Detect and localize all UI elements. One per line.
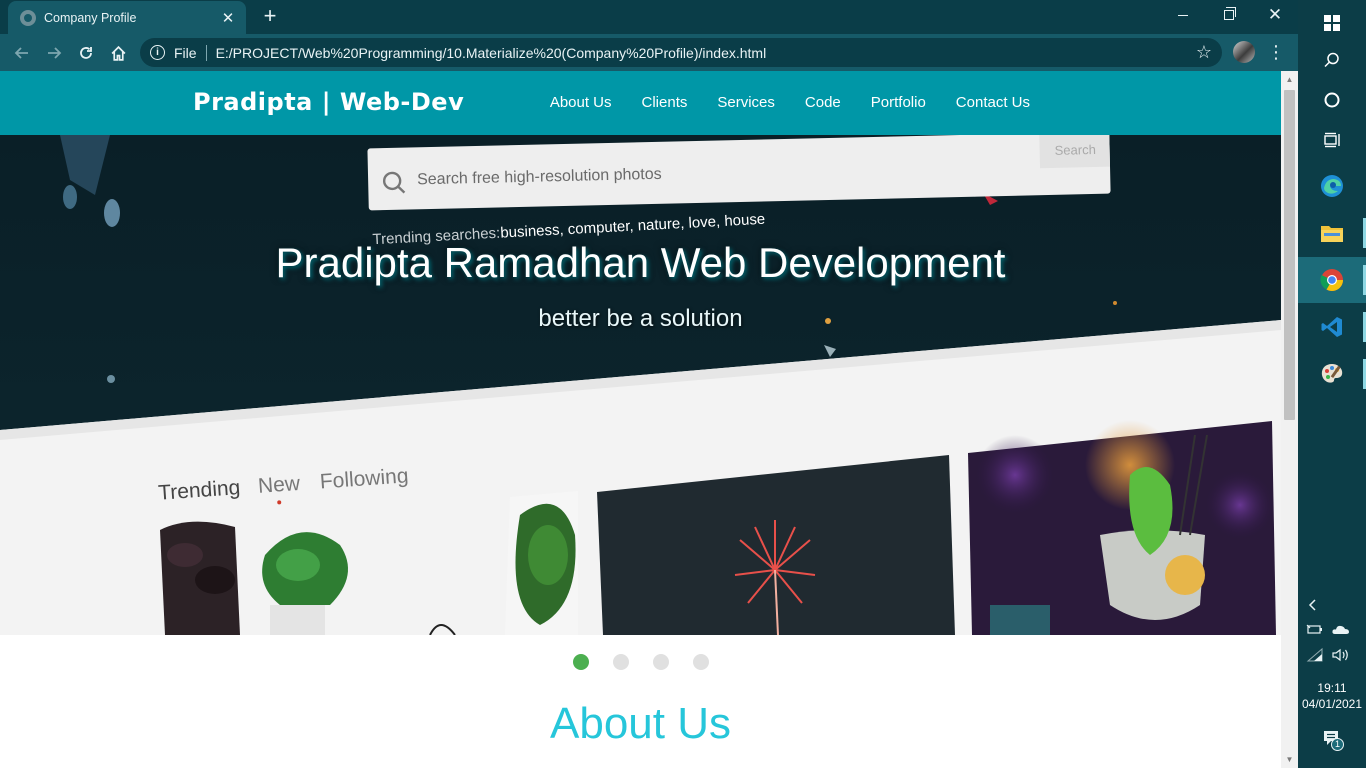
tab-title: Company Profile — [44, 10, 137, 25]
globe-icon — [20, 9, 36, 26]
task-view-button[interactable] — [1298, 117, 1366, 163]
home-icon[interactable] — [105, 40, 131, 66]
hero-image-tab-new: New — [257, 472, 301, 498]
page-viewport: Pradipta | Web-Dev About Us Clients Serv… — [0, 71, 1281, 768]
taskbar-chrome[interactable] — [1298, 257, 1366, 303]
taskbar-paint[interactable] — [1298, 351, 1366, 397]
chrome-icon — [1320, 269, 1343, 291]
taskbar-edge[interactable] — [1298, 163, 1366, 209]
reload-icon[interactable] — [73, 40, 99, 66]
scroll-down-arrow-icon[interactable]: ▼ — [1281, 751, 1298, 768]
back-arrow-icon[interactable] — [9, 40, 35, 66]
slider-indicators — [0, 654, 1281, 670]
nav-link-about[interactable]: About Us — [535, 71, 627, 135]
close-window-button[interactable]: ✕ — [1252, 0, 1298, 30]
new-tab-button[interactable]: + — [258, 5, 282, 27]
vscode-icon — [1321, 317, 1342, 337]
nav-link-code[interactable]: Code — [790, 71, 856, 135]
browser-toolbar: i File E:/PROJECT/Web%20Programming/10.M… — [0, 34, 1298, 71]
restore-button[interactable] — [1206, 0, 1252, 30]
nav-link-contact[interactable]: Contact Us — [941, 71, 1045, 135]
profile-avatar[interactable] — [1233, 41, 1255, 63]
cortana-icon — [1324, 92, 1340, 108]
onedrive-cloud-icon[interactable] — [1331, 623, 1351, 640]
network-icon[interactable] — [1306, 647, 1324, 666]
windows-taskbar: 19:11 04/01/2021 1 — [1298, 0, 1366, 768]
task-view-icon — [1324, 132, 1340, 148]
volume-icon[interactable] — [1331, 647, 1351, 666]
nav-link-portfolio[interactable]: Portfolio — [856, 71, 941, 135]
show-hidden-icons-chevron-icon[interactable] — [1306, 598, 1320, 615]
scroll-up-arrow-icon[interactable]: ▲ — [1281, 71, 1298, 88]
clock-time: 19:11 — [1317, 681, 1347, 695]
nav-link-services[interactable]: Services — [702, 71, 790, 135]
info-icon[interactable]: i — [150, 45, 165, 60]
browser-tab[interactable]: Company Profile ✕ — [8, 1, 246, 34]
windows-logo-icon — [1324, 15, 1340, 31]
address-url[interactable]: E:/PROJECT/Web%20Programming/10.Material… — [216, 45, 767, 61]
search-icon — [1324, 52, 1339, 68]
forward-arrow-icon[interactable] — [41, 40, 67, 66]
folder-icon — [1321, 226, 1343, 242]
nav-link-clients[interactable]: Clients — [627, 71, 703, 135]
slider-dot-2[interactable] — [612, 654, 629, 670]
screen: Company Profile ✕ + ✕ i File E:/PROJECT/… — [0, 0, 1366, 768]
slider-dot-3[interactable] — [652, 654, 669, 670]
taskbar-vscode[interactable] — [1298, 304, 1366, 350]
notification-badge: 1 — [1331, 738, 1344, 751]
hero-image-search-button: Search — [1054, 142, 1096, 158]
slider-dot-4[interactable] — [692, 654, 709, 670]
hero-subtitle: better be a solution — [538, 305, 743, 332]
paint-palette-icon — [1321, 364, 1343, 383]
minimize-button[interactable] — [1160, 0, 1206, 30]
battery-icon[interactable] — [1306, 623, 1324, 640]
hero-slider: Search free high-resolution photos Searc… — [0, 135, 1281, 635]
star-icon[interactable]: ☆ — [1196, 42, 1212, 63]
hero-background-image: Search free high-resolution photos Searc… — [0, 135, 1281, 635]
restore-icon — [1224, 7, 1236, 20]
site-nav-links: About Us Clients Services Code Portfolio… — [535, 71, 1045, 135]
page-scrollbar[interactable]: ▲ ▼ — [1281, 71, 1298, 768]
address-scheme: File — [174, 44, 197, 61]
tab-strip: Company Profile ✕ + ✕ — [0, 0, 1298, 34]
kebab-menu-icon[interactable]: ⋮ — [1266, 41, 1286, 63]
edge-icon — [1321, 175, 1343, 197]
address-divider — [205, 44, 207, 61]
browser-window: Company Profile ✕ + ✕ i File E:/PROJECT/… — [0, 0, 1298, 768]
slider-dot-1[interactable] — [572, 654, 589, 670]
about-us-heading: About Us — [550, 699, 731, 748]
close-tab-icon[interactable]: ✕ — [220, 9, 236, 27]
minimize-icon — [1178, 14, 1188, 16]
hero-title: Pradipta Ramadhan Web Development — [275, 239, 1006, 286]
system-clock[interactable]: 19:11 04/01/2021 — [1298, 680, 1366, 712]
notification-center-button[interactable]: 1 — [1322, 730, 1344, 751]
site-navbar: Pradipta | Web-Dev About Us Clients Serv… — [0, 71, 1281, 135]
address-bar[interactable]: i File E:/PROJECT/Web%20Programming/10.M… — [140, 38, 1222, 67]
site-brand[interactable]: Pradipta | Web-Dev — [193, 88, 464, 116]
clock-date: 04/01/2021 — [1301, 697, 1363, 711]
taskbar-file-explorer[interactable] — [1298, 210, 1366, 256]
scrollbar-thumb[interactable] — [1284, 90, 1295, 420]
